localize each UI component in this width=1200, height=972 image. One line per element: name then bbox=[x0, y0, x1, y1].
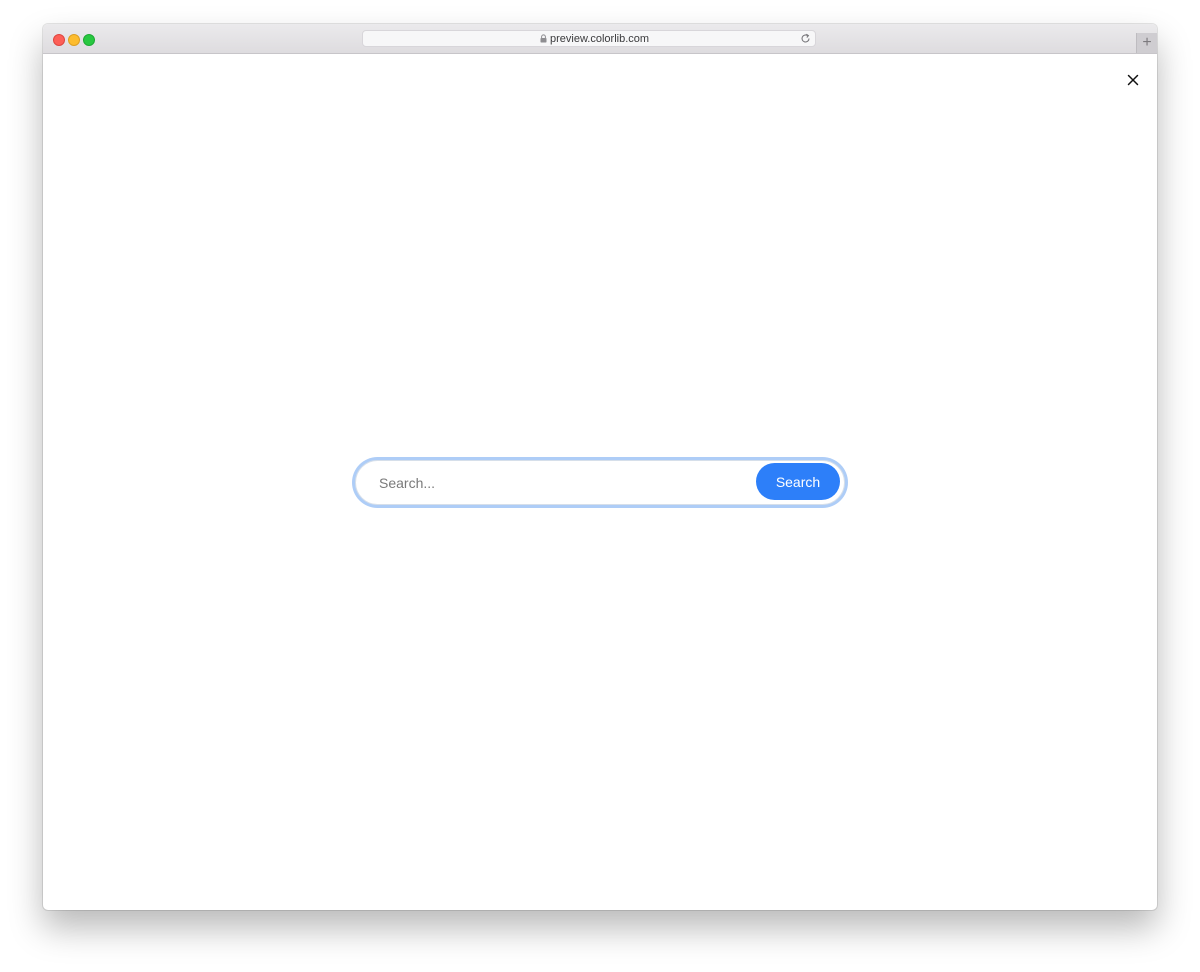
address-bar[interactable]: preview.colorlib.com bbox=[362, 30, 816, 47]
search-form: Search bbox=[355, 460, 845, 505]
window-minimize-button[interactable] bbox=[68, 34, 80, 46]
browser-titlebar: preview.colorlib.com + bbox=[43, 24, 1157, 54]
window-close-button[interactable] bbox=[53, 34, 65, 46]
search-input[interactable] bbox=[379, 461, 749, 504]
search-button[interactable]: Search bbox=[756, 463, 840, 500]
lock-icon bbox=[540, 34, 547, 43]
address-bar-url: preview.colorlib.com bbox=[550, 33, 650, 45]
window-maximize-button[interactable] bbox=[83, 34, 95, 46]
new-tab-button[interactable]: + bbox=[1136, 33, 1157, 53]
reload-icon[interactable] bbox=[800, 33, 811, 44]
browser-window: preview.colorlib.com + Search bbox=[43, 24, 1157, 910]
close-icon[interactable] bbox=[1126, 73, 1140, 87]
